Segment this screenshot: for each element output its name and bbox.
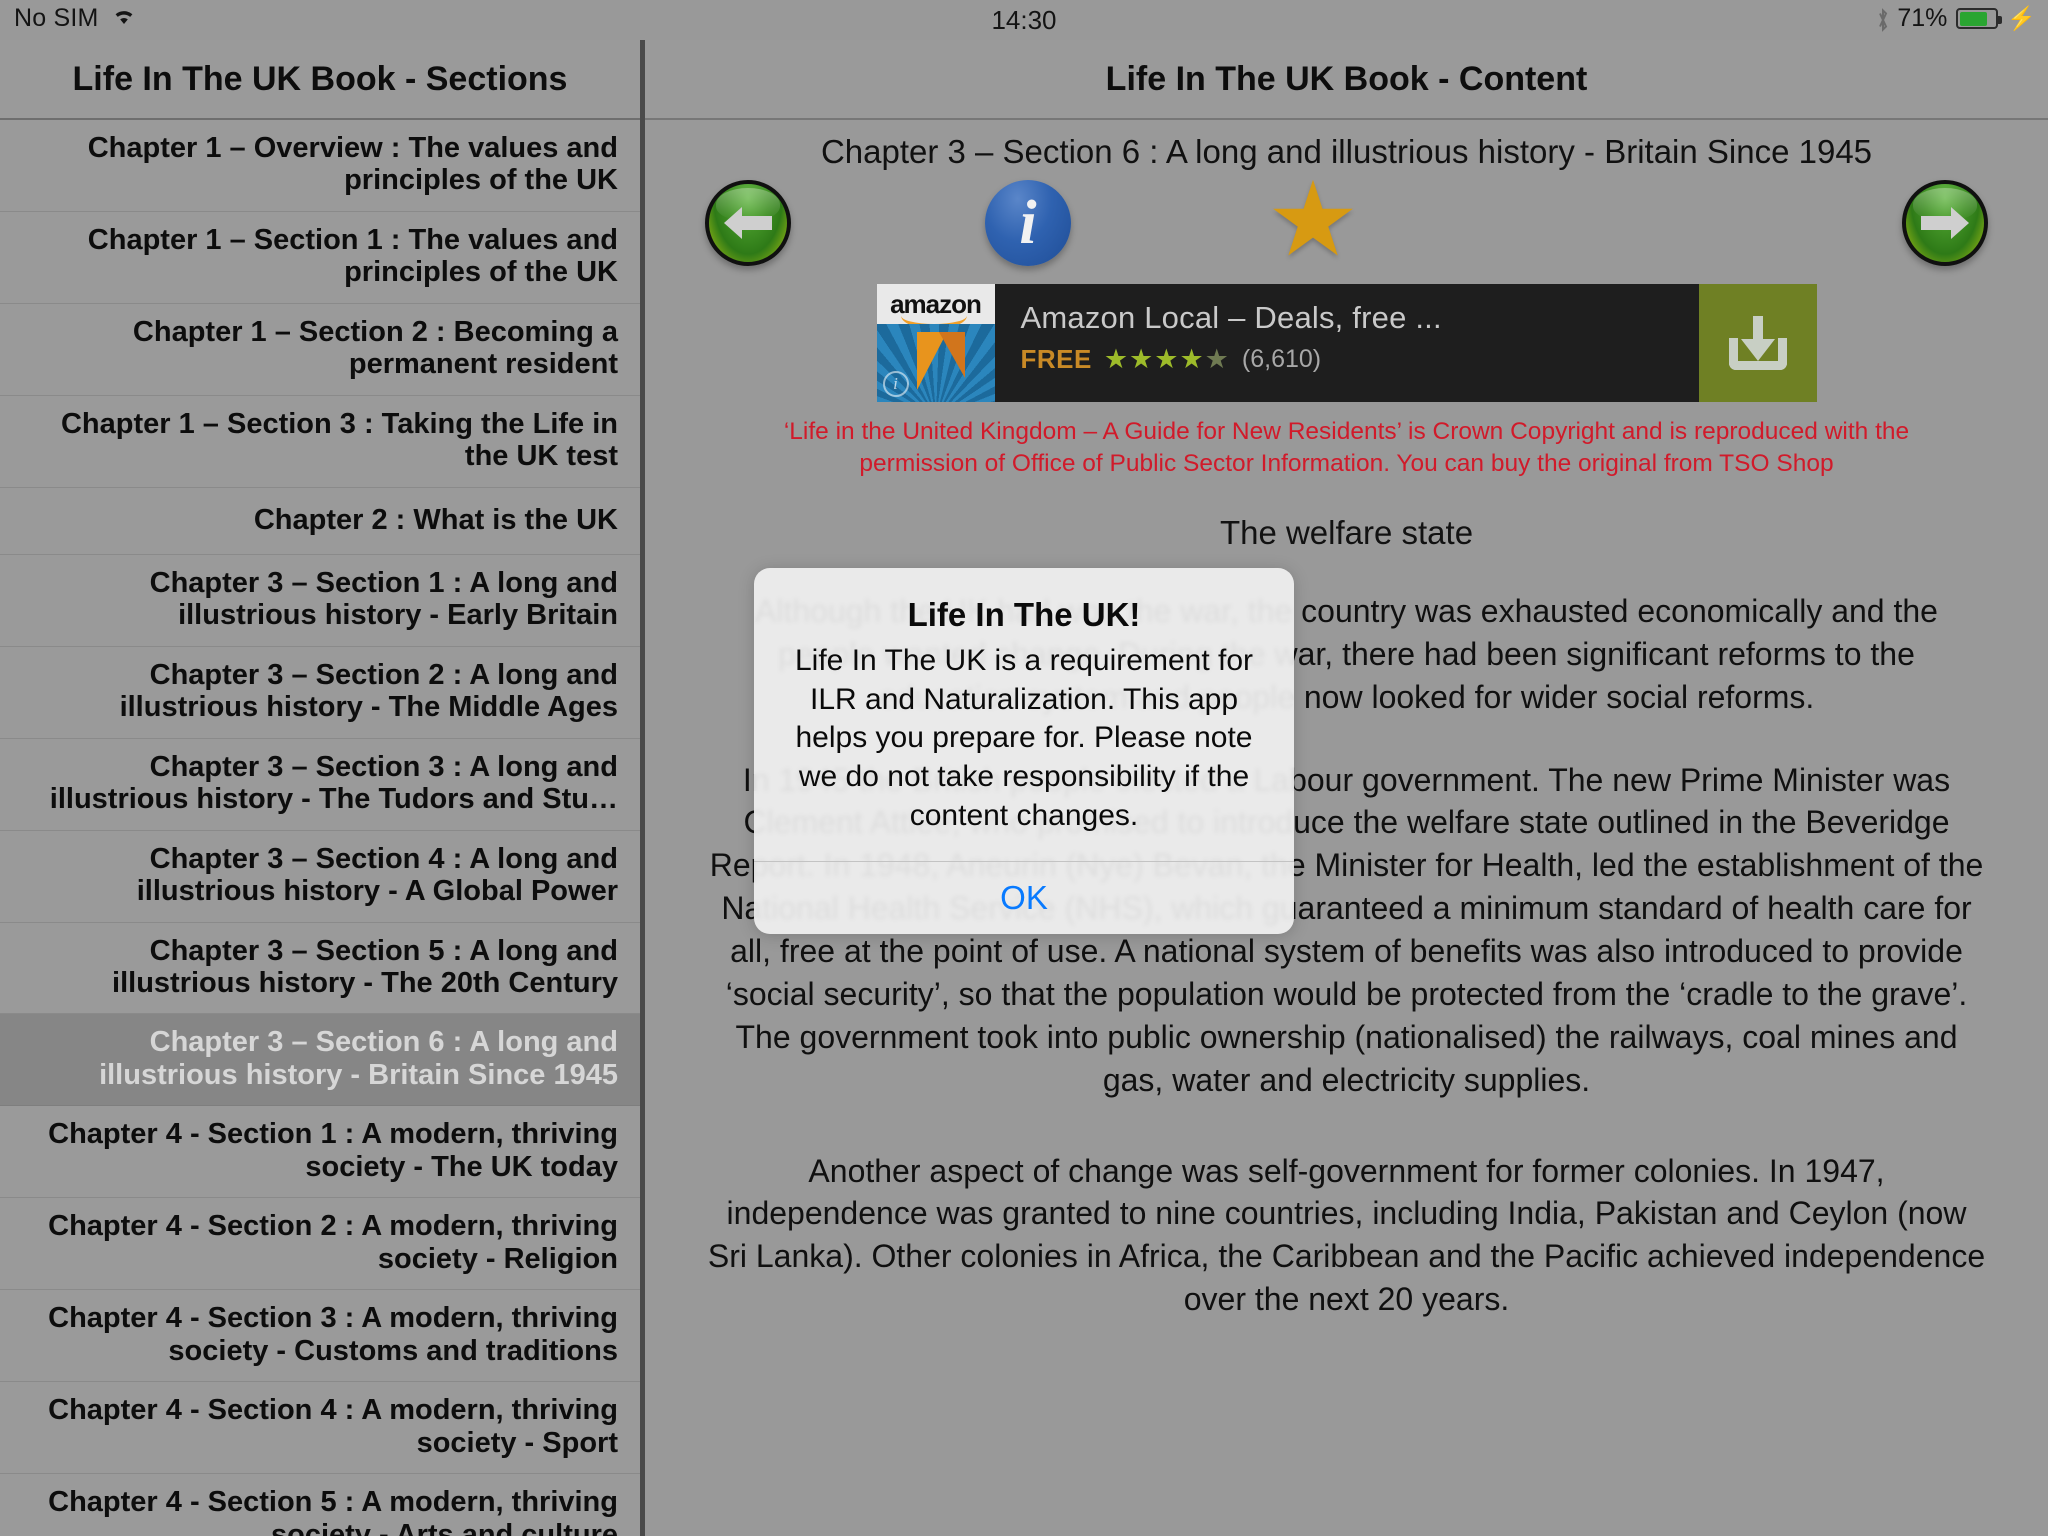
alert-dialog: Life In The UK! Life In The UK is a requ… [754,568,1294,935]
alert-ok-button[interactable]: OK [754,862,1294,934]
alert-body: Life In The UK! Life In The UK is a requ… [754,568,1294,861]
alert-message: Life In The UK is a requirement for ILR … [795,644,1253,832]
alert-title: Life In The UK! [907,596,1141,633]
app-root: No SIM 14:30 71% ⚡ Life In The UK Book -… [0,0,2048,1536]
